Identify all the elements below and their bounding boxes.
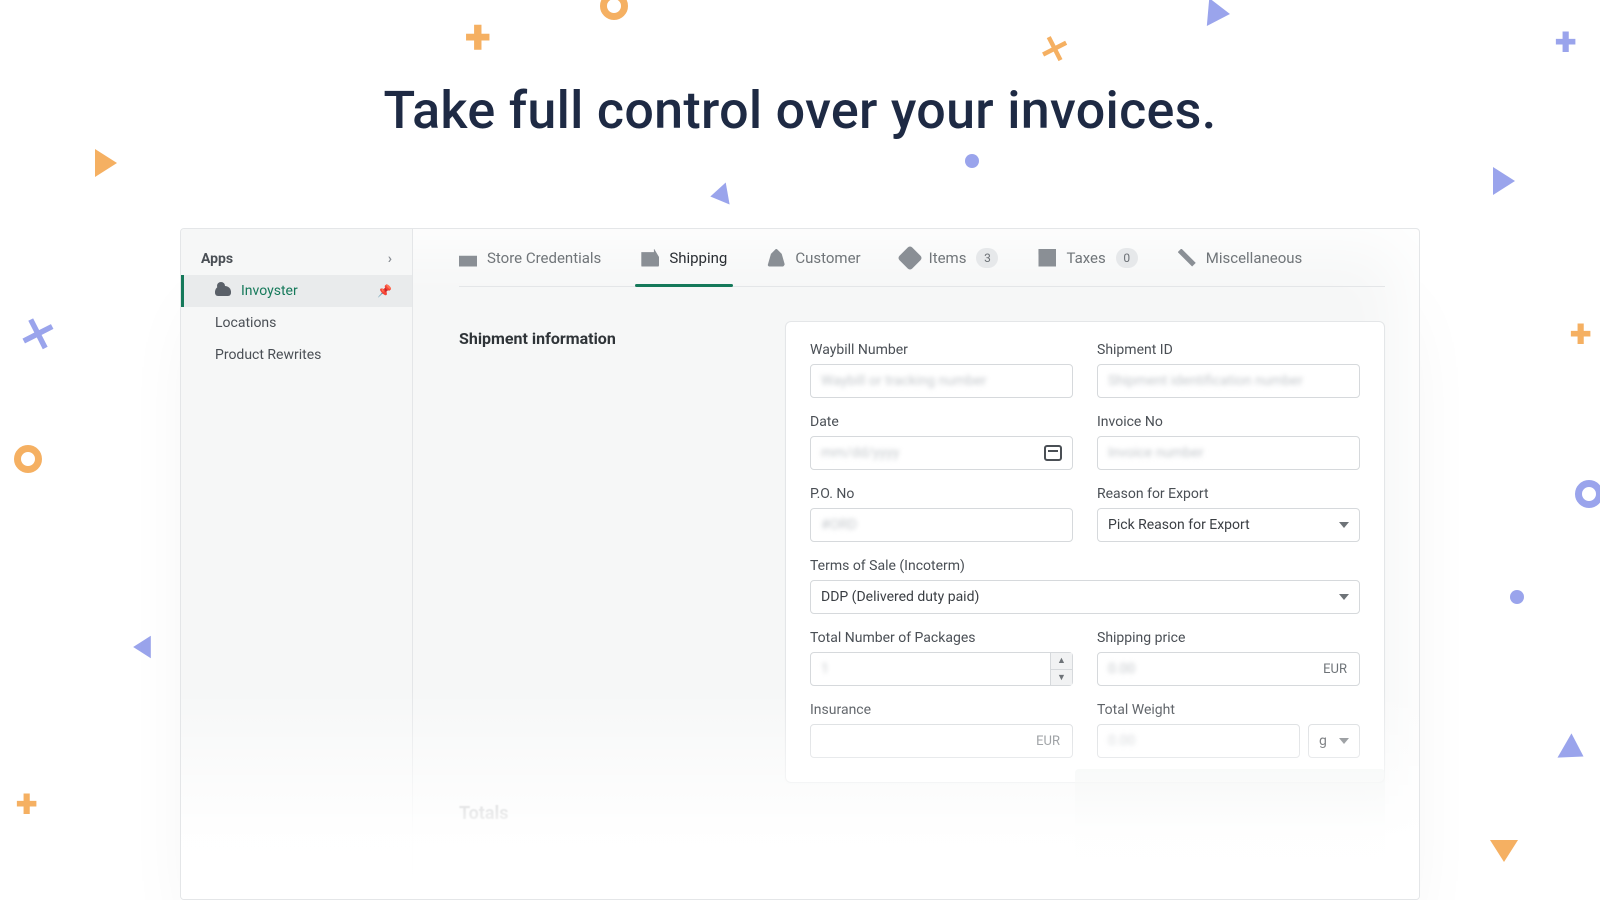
percent-icon — [1038, 249, 1056, 267]
app-icon — [215, 286, 231, 296]
sidebar-item-locations[interactable]: Locations — [181, 307, 412, 339]
currency-suffix: EUR — [1028, 734, 1068, 749]
waybill-input[interactable]: Waybill or tracking number — [810, 364, 1073, 398]
input-value: 1 — [821, 661, 829, 677]
total-weight-label: Total Weight — [1097, 702, 1360, 718]
sidebar-item-label: Product Rewrites — [215, 347, 321, 363]
placeholder-text: Waybill or tracking number — [821, 373, 986, 389]
tab-customer[interactable]: Customer — [767, 229, 860, 286]
input-value: mm/dd/yyyy — [821, 445, 899, 461]
po-no-input[interactable]: #ORD — [810, 508, 1073, 542]
tab-label: Miscellaneous — [1206, 249, 1303, 267]
chevron-down-icon — [1339, 738, 1349, 744]
plus-icon: + — [1555, 18, 1576, 65]
sidebar: Apps › Invoyster 📌 Locations Product Rew… — [181, 229, 413, 899]
incoterm-label: Terms of Sale (Incoterm) — [810, 558, 1360, 574]
tab-bar: Store Credentials Shipping Customer Item… — [459, 229, 1385, 287]
sidebar-item-label: Invoyster — [241, 283, 298, 299]
input-value: 0.00 — [1108, 661, 1135, 677]
invoice-no-label: Invoice No — [1097, 414, 1360, 430]
triangle-icon — [95, 149, 117, 177]
totals-summary-card — [1075, 769, 1385, 889]
shipment-id-input[interactable]: Shipment identification number — [1097, 364, 1360, 398]
tab-label: Store Credentials — [487, 249, 601, 267]
weight-unit-select[interactable]: g — [1308, 724, 1360, 758]
po-no-label: P.O. No — [810, 486, 1073, 502]
x-icon: ✕ — [13, 306, 62, 364]
triangle-icon — [133, 636, 151, 658]
tag-icon — [897, 245, 922, 270]
stepper-up-icon[interactable]: ▲ — [1051, 653, 1072, 670]
triangle-icon — [1493, 167, 1515, 195]
placeholder-text: #ORD — [821, 517, 857, 533]
packages-label: Total Number of Packages — [810, 630, 1073, 646]
calendar-icon[interactable] — [1044, 445, 1062, 461]
tab-badge: 3 — [976, 248, 998, 268]
tab-badge: 0 — [1116, 248, 1138, 268]
placeholder-text: Invoice number — [1108, 445, 1204, 461]
triangle-icon — [1207, 0, 1231, 28]
triangle-icon — [708, 182, 729, 207]
truck-icon — [641, 249, 659, 267]
date-label: Date — [810, 414, 1073, 430]
tab-items[interactable]: Items 3 — [901, 229, 999, 286]
input-value: 0.00 — [1108, 733, 1135, 749]
reason-select[interactable]: Pick Reason for Export — [1097, 508, 1360, 542]
total-weight-input[interactable]: 0.00 — [1097, 724, 1300, 758]
plus-icon: + — [465, 8, 491, 65]
pin-icon[interactable]: 📌 — [377, 284, 392, 298]
chevron-down-icon — [1339, 522, 1349, 528]
store-icon — [459, 249, 477, 267]
page-headline: Take full control over your invoices. — [0, 80, 1600, 141]
tools-icon — [1178, 249, 1196, 267]
sidebar-item-label: Locations — [215, 315, 276, 331]
tab-label: Shipping — [669, 249, 727, 267]
select-value: Pick Reason for Export — [1108, 517, 1250, 533]
ring-icon — [14, 445, 42, 473]
stepper-down-icon[interactable]: ▼ — [1051, 670, 1072, 686]
tab-store-credentials[interactable]: Store Credentials — [459, 229, 601, 286]
sidebar-item-product-rewrites[interactable]: Product Rewrites — [181, 339, 412, 371]
chevron-right-icon: › — [388, 251, 392, 267]
shipment-id-label: Shipment ID — [1097, 342, 1360, 358]
shipment-form-card: Waybill Number Waybill or tracking numbe… — [785, 321, 1385, 783]
sidebar-heading-label: Apps — [201, 251, 233, 267]
plus-icon: + — [1570, 310, 1591, 357]
waybill-label: Waybill Number — [810, 342, 1073, 358]
reason-label: Reason for Export — [1097, 486, 1360, 502]
x-icon: ✕ — [1035, 27, 1074, 74]
incoterm-select[interactable]: DDP (Delivered duty paid) — [810, 580, 1360, 614]
dot-icon — [1510, 590, 1524, 604]
totals-title: Totals — [459, 803, 509, 824]
app-window: Apps › Invoyster 📌 Locations Product Rew… — [180, 228, 1420, 900]
main-panel: Store Credentials Shipping Customer Item… — [413, 229, 1419, 899]
plus-icon: + — [16, 780, 37, 827]
tab-label: Customer — [795, 249, 860, 267]
user-icon — [767, 249, 785, 267]
shipping-price-label: Shipping price — [1097, 630, 1360, 646]
tab-miscellaneous[interactable]: Miscellaneous — [1178, 229, 1303, 286]
tab-label: Taxes — [1066, 249, 1105, 267]
ring-icon — [600, 0, 628, 20]
select-value: g — [1319, 733, 1327, 749]
chevron-down-icon — [1339, 594, 1349, 600]
sidebar-item-invoyster[interactable]: Invoyster 📌 — [181, 275, 412, 307]
triangle-icon — [1557, 733, 1590, 768]
tab-taxes[interactable]: Taxes 0 — [1038, 229, 1137, 286]
packages-stepper[interactable]: 1 ▲ ▼ — [810, 652, 1073, 686]
tab-shipping[interactable]: Shipping — [641, 229, 727, 286]
placeholder-text: Shipment identification number — [1108, 373, 1303, 389]
triangle-icon — [1490, 840, 1518, 862]
invoice-no-input[interactable]: Invoice number — [1097, 436, 1360, 470]
insurance-input[interactable]: EUR — [810, 724, 1073, 758]
insurance-label: Insurance — [810, 702, 1073, 718]
tab-label: Items — [929, 249, 967, 267]
select-value: DDP (Delivered duty paid) — [821, 589, 979, 605]
date-input[interactable]: mm/dd/yyyy — [810, 436, 1073, 470]
ring-icon — [1575, 480, 1600, 508]
shipping-price-input[interactable]: 0.00 EUR — [1097, 652, 1360, 686]
sidebar-heading[interactable]: Apps › — [181, 243, 412, 275]
dot-icon — [965, 154, 979, 168]
currency-suffix: EUR — [1315, 662, 1355, 677]
